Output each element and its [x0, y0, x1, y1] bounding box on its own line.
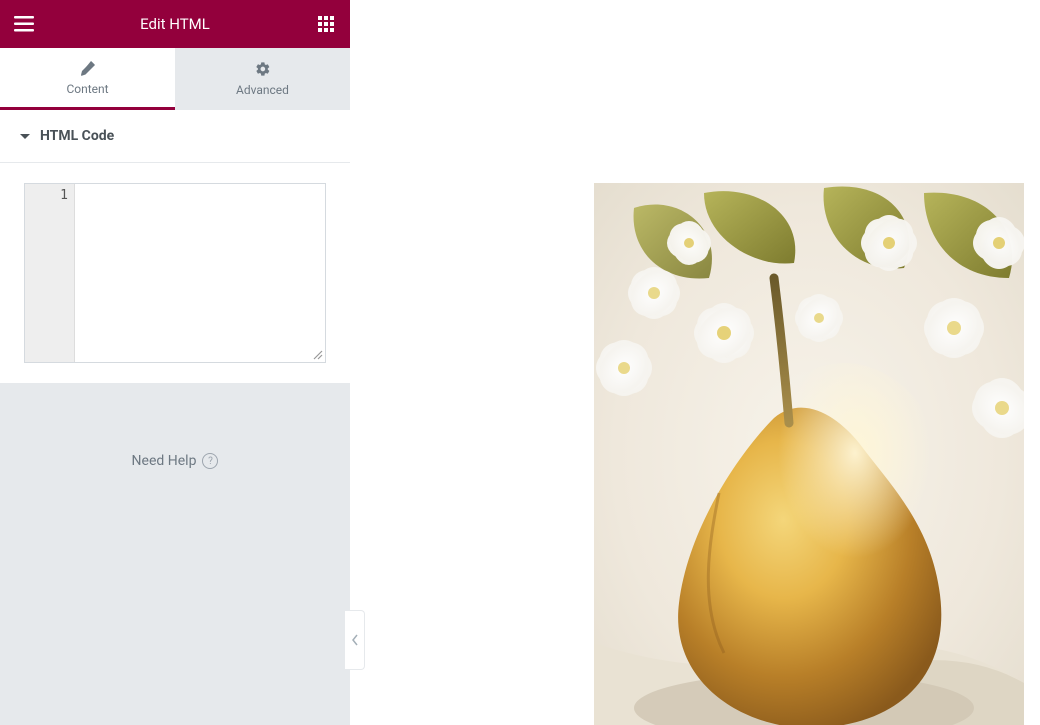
code-textarea[interactable]: [75, 184, 325, 362]
editor-sidebar: Edit HTML Content Advanced HTM: [0, 0, 350, 725]
tab-content-label: Content: [66, 82, 108, 96]
need-help-label: Need Help: [132, 453, 197, 469]
need-help-link[interactable]: Need Help ?: [0, 383, 350, 489]
code-editor[interactable]: 1: [24, 183, 326, 363]
caret-down-icon: [20, 134, 30, 139]
preview-area: [350, 0, 1040, 725]
panel-collapse-button[interactable]: [345, 610, 365, 670]
gear-icon: [255, 61, 271, 77]
code-gutter: 1: [25, 184, 75, 362]
section-title: HTML Code: [40, 128, 114, 144]
tab-advanced[interactable]: Advanced: [175, 48, 350, 110]
preview-image: [594, 183, 1024, 725]
panel-title: Edit HTML: [38, 15, 312, 33]
chevron-left-icon: [351, 634, 359, 646]
section-toggle[interactable]: HTML Code: [0, 110, 350, 163]
line-number: 1: [25, 188, 68, 203]
resize-handle-icon[interactable]: [311, 348, 323, 360]
help-icon: ?: [202, 453, 218, 469]
panel-tabs: Content Advanced: [0, 48, 350, 110]
apps-icon[interactable]: [312, 10, 340, 38]
menu-icon[interactable]: [10, 10, 38, 38]
tab-content[interactable]: Content: [0, 48, 175, 110]
section-html-code: HTML Code 1: [0, 110, 350, 383]
panel-header: Edit HTML: [0, 0, 350, 48]
tab-advanced-label: Advanced: [236, 83, 289, 97]
pencil-icon: [80, 60, 96, 76]
section-body: 1: [0, 163, 350, 383]
